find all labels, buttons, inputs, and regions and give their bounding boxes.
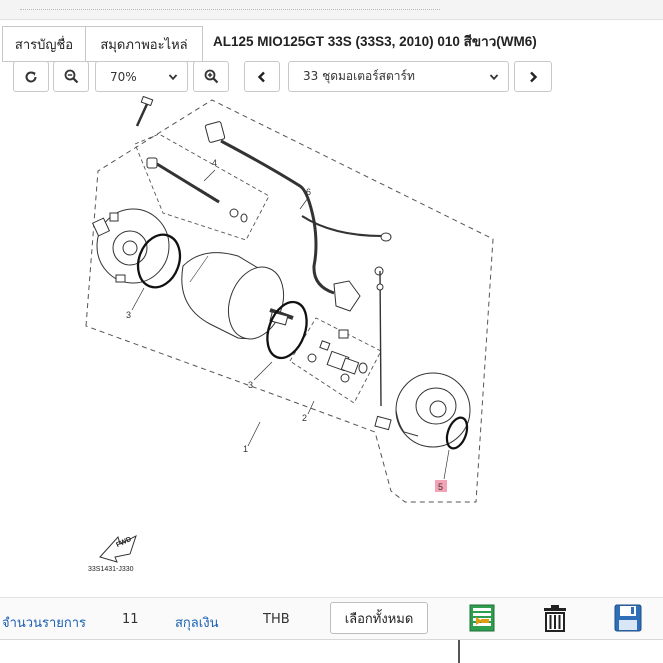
- chevron-right-icon: [530, 71, 538, 82]
- list-add-icon: [469, 604, 495, 632]
- next-section-button[interactable]: [514, 61, 552, 92]
- svg-text:2: 2: [302, 413, 307, 423]
- diagram-area: 4 3 3 2 6 1 5 FWD 33S1431-J330: [0, 95, 663, 593]
- model-title: AL125 MIO125GT 33S (33S3, 2010) 010 สีขา…: [213, 34, 537, 49]
- svg-text:6: 6: [306, 187, 311, 197]
- svg-text:3: 3: [248, 380, 253, 390]
- tab-parts-catalog[interactable]: สมุดภาพอะไหล่: [85, 26, 203, 62]
- zoom-select[interactable]: 70%: [95, 61, 188, 92]
- drawing-code: 33S1431-J330: [88, 566, 134, 573]
- zoom-in-button[interactable]: [193, 61, 229, 92]
- add-to-list-button[interactable]: [467, 603, 497, 633]
- zoom-out-button[interactable]: [53, 61, 89, 92]
- item-count-value: 11: [122, 612, 139, 627]
- svg-text:3: 3: [126, 310, 131, 320]
- chevron-left-icon: [257, 71, 265, 82]
- parts-catalog-window: สารบัญชื่อ สมุดภาพอะไหล่ AL125 MIO125GT …: [0, 0, 663, 663]
- trash-icon: [544, 605, 566, 632]
- tab-account-list[interactable]: สารบัญชื่อ: [2, 26, 86, 62]
- chevron-down-icon: [489, 74, 499, 81]
- truncated-header-text: [20, 3, 440, 10]
- refresh-icon: [25, 71, 37, 83]
- column-divider: [458, 640, 460, 663]
- select-all-button[interactable]: เลือกทั้งหมด: [330, 602, 428, 634]
- tab-account-list-label: สารบัญชื่อ: [14, 37, 74, 53]
- refresh-button[interactable]: [13, 61, 49, 92]
- select-all-label: เลือกทั้งหมด: [344, 611, 414, 627]
- starter-motor-exploded-diagram: 4 3 3 2 6 1 5: [85, 95, 494, 563]
- svg-text:5: 5: [438, 482, 443, 492]
- tab-parts-catalog-label: สมุดภาพอะไหล่: [100, 37, 188, 53]
- currency-value: THB: [263, 612, 290, 627]
- save-button[interactable]: [613, 603, 643, 633]
- item-count-label: จำนวนรายการ: [2, 616, 87, 631]
- currency-label: สกุลเงิน: [175, 616, 219, 631]
- svg-text:1: 1: [243, 444, 248, 454]
- save-icon: [614, 604, 642, 632]
- exploded-diagram-sheet: 4 3 3 2 6 1 5 FWD 33S1431-J330: [38, 95, 496, 593]
- zoom-in-icon: [204, 69, 218, 84]
- top-strip: [0, 0, 663, 20]
- delete-button[interactable]: [540, 603, 570, 633]
- previous-section-button[interactable]: [244, 61, 280, 92]
- zoom-out-icon: [64, 69, 78, 84]
- svg-text:4: 4: [212, 158, 217, 168]
- bottom-summary-bar: จำนวนรายการ 11 สกุลเงิน THB เลือกทั้งหมด: [0, 597, 663, 639]
- chevron-down-icon: [168, 74, 178, 81]
- footer-strip: [0, 639, 663, 663]
- section-select[interactable]: 33 ชุดมอเตอร์สตาร์ท: [288, 61, 509, 92]
- zoom-select-value: 70%: [110, 69, 137, 84]
- section-select-value: 33 ชุดมอเตอร์สตาร์ท: [303, 69, 415, 83]
